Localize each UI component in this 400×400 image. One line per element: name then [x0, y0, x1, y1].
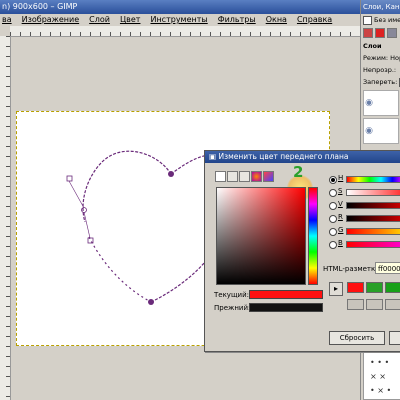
ok-button[interactable]	[389, 331, 400, 345]
radio-s[interactable]	[329, 189, 337, 197]
hue-strip[interactable]	[308, 187, 318, 285]
layer-item[interactable]: ◉	[363, 90, 399, 116]
svg-text:× ×: × ×	[370, 372, 386, 381]
layer-item[interactable]: ◉	[363, 118, 399, 144]
change-foreground-color-dialog: ▣ Изменить цвет переднего плана 2 H S V	[204, 150, 400, 352]
dock-title: Слои, Канал	[361, 0, 400, 14]
color-history-swatch[interactable]	[366, 282, 383, 293]
current-color-swatch	[249, 290, 323, 299]
color-selector-tabs	[215, 171, 274, 182]
dialog-title: ▣ Изменить цвет переднего плана	[205, 151, 400, 163]
add-to-history-button[interactable]: ▸	[329, 282, 343, 296]
brush-preview-icon: • • • × × • × •	[370, 358, 391, 395]
channel-r[interactable]: R	[329, 212, 400, 225]
lock-label: Запереть:	[363, 78, 398, 86]
menubar: ва Изображение Слой Цвет Инструменты Фил…	[0, 14, 360, 26]
path-anchor[interactable]	[168, 171, 174, 177]
horizontal-ruler[interactable]	[10, 26, 360, 37]
path-anchor[interactable]	[148, 299, 154, 305]
h-slider[interactable]	[346, 176, 400, 183]
menu-item-layer[interactable]: Слой	[89, 14, 110, 26]
scales-selector-tab-icon[interactable]	[263, 171, 274, 182]
channel-sliders: H S V R G B	[329, 173, 400, 251]
path-handle[interactable]	[66, 175, 73, 182]
radio-v[interactable]	[329, 202, 337, 210]
tab-number-annotation: 2	[293, 163, 304, 181]
radio-r[interactable]	[329, 215, 337, 223]
channel-r-label: R	[338, 213, 343, 221]
s-slider[interactable]	[346, 189, 400, 196]
radio-b[interactable]	[329, 241, 337, 249]
layers-heading: Слои	[363, 42, 382, 50]
cmyk-selector-tab-icon[interactable]	[227, 171, 238, 182]
color-history-swatch[interactable]	[366, 299, 383, 310]
mode-value[interactable]: Нор	[390, 54, 400, 62]
channel-h[interactable]: H	[329, 173, 400, 186]
opacity-row[interactable]: Непрозр.:	[361, 64, 400, 76]
image-selector[interactable]: Без имени	[361, 14, 400, 26]
opacity-label: Непрозр.:	[363, 66, 397, 74]
channel-b-label: B	[338, 239, 343, 247]
menu-item-file[interactable]: ва	[2, 14, 12, 26]
triangle-selector-tab-icon[interactable]	[239, 171, 250, 182]
lock-row[interactable]: Запереть:	[361, 76, 400, 88]
vertical-ruler[interactable]	[0, 36, 11, 400]
menu-item-windows[interactable]: Окна	[266, 14, 287, 26]
previous-color-label: Прежний:	[214, 304, 251, 312]
menu-item-color[interactable]: Цвет	[120, 14, 141, 26]
dialog-icon: ▣	[209, 152, 217, 161]
current-color-label: Текущий:	[214, 291, 250, 299]
channel-s-label: S	[338, 187, 343, 195]
image-name: Без имени	[374, 16, 400, 24]
html-notation-label: HTML-разметка:	[323, 265, 382, 273]
path-anchor[interactable]	[81, 207, 87, 213]
paths-tab-icon[interactable]	[387, 28, 397, 38]
color-history-swatch[interactable]	[347, 299, 364, 310]
html-notation-input[interactable]: ff0000	[375, 262, 400, 274]
image-checkbox[interactable]	[363, 15, 372, 25]
mode-label: Режим:	[363, 54, 389, 62]
saturation-value-square[interactable]	[216, 187, 306, 285]
v-slider[interactable]	[346, 202, 400, 209]
watercolor-selector-tab-icon[interactable]	[251, 171, 262, 182]
channel-v[interactable]: V	[329, 199, 400, 212]
radio-h[interactable]	[329, 176, 337, 184]
channels-tab-icon[interactable]	[375, 28, 385, 38]
channel-g[interactable]: G	[329, 225, 400, 238]
window-titlebar: n) 900x600 – GIMP	[0, 0, 360, 14]
g-slider[interactable]	[346, 228, 400, 235]
channel-g-label: G	[338, 226, 344, 234]
dialog-title-text: Изменить цвет переднего плана	[218, 152, 349, 161]
channel-s[interactable]: S	[329, 186, 400, 199]
b-slider[interactable]	[346, 241, 400, 248]
r-slider[interactable]	[346, 215, 400, 222]
svg-text:• • •: • • •	[370, 358, 389, 367]
layers-tab-icon[interactable]	[363, 28, 373, 38]
menu-item-filters[interactable]: Фильтры	[218, 14, 256, 26]
brushes-panel[interactable]: • • • × × • × •	[363, 350, 400, 400]
mode-row[interactable]: Режим: Нор	[361, 52, 400, 64]
channel-v-label: V	[338, 200, 343, 208]
gimp-selector-tab-icon[interactable]	[215, 171, 226, 182]
reset-button[interactable]: Сбросить	[329, 331, 385, 345]
eye-icon[interactable]: ◉	[364, 98, 374, 108]
radio-g[interactable]	[329, 228, 337, 236]
color-history-swatch[interactable]	[347, 282, 364, 293]
channel-b[interactable]: B	[329, 238, 400, 251]
svg-text:• × •: • × •	[370, 386, 391, 395]
previous-color-swatch	[249, 303, 323, 312]
menu-item-help[interactable]: Справка	[297, 14, 332, 26]
menu-item-tools[interactable]: Инструменты	[150, 14, 207, 26]
eye-icon[interactable]: ◉	[364, 126, 374, 136]
color-history-swatch[interactable]	[385, 299, 400, 310]
menu-item-image[interactable]: Изображение	[22, 14, 80, 26]
channel-h-label: H	[338, 174, 344, 182]
color-history-swatch[interactable]	[385, 282, 400, 293]
dock-tab-icons	[361, 26, 400, 40]
